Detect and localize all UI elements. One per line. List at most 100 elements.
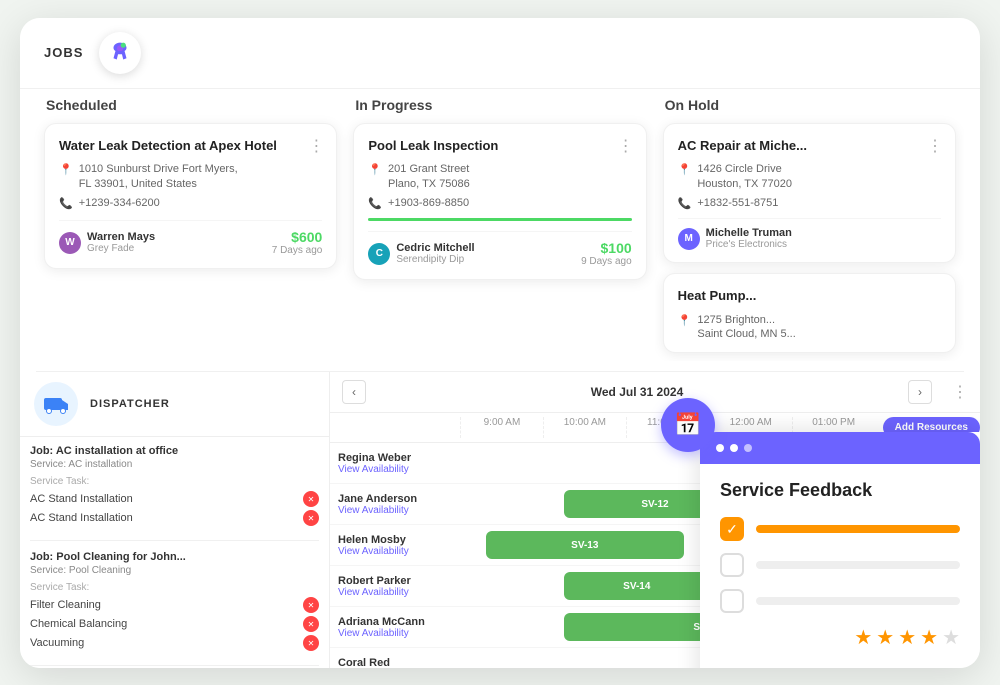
- assignee-info-ip: Cedric Mitchell Serendipity Dip: [396, 242, 474, 265]
- gantt-prev-btn[interactable]: ‹: [342, 380, 366, 404]
- address-text-oh2: 1275 Brighton... Saint Cloud, MN 5...: [697, 313, 795, 342]
- feedback-checkbox-1[interactable]: [720, 553, 744, 577]
- kanban-col-onhold: On Hold AC Repair at Miche... ⋮ 📍 1426 C…: [655, 89, 964, 362]
- phone-text: +1239-334-6200: [79, 196, 160, 210]
- header: JOBS: [20, 18, 980, 89]
- dispatch-job-service-0: Service: AC installation: [30, 459, 319, 470]
- price-area-ip: $100 9 Days ago: [581, 240, 632, 267]
- stars-row: ★ ★ ★ ★ ★: [720, 625, 960, 650]
- avatar-ip: C: [368, 243, 390, 265]
- star-3[interactable]: ★: [898, 625, 916, 650]
- assignee-info: Warren Mays Grey Fade: [87, 231, 155, 254]
- dispatcher-title: DISPATCHER: [90, 398, 170, 410]
- col-header-inprogress: In Progress: [353, 97, 646, 113]
- price-area: $600 7 Days ago: [272, 229, 323, 256]
- task-dot-3: ✕: [303, 616, 319, 632]
- feedback-row-2: [720, 589, 960, 613]
- job-card-phone-oh: 📞 +1832-551-8751: [678, 196, 941, 210]
- calendar-overlay: 📅: [661, 398, 715, 452]
- dispatch-job-0: Job: AC installation at office Service: …: [30, 445, 319, 526]
- location-icon: 📍: [59, 163, 73, 176]
- gantt-bar-sv13: SV-13: [486, 531, 684, 559]
- phone-icon: 📞: [59, 197, 73, 210]
- gantt-nav: ‹ Wed Jul 31 2024 › ⋮: [330, 372, 980, 413]
- assignee: W Warren Mays Grey Fade: [59, 231, 155, 254]
- feedback-title: Service Feedback: [720, 480, 960, 501]
- dispatch-task-row-2: Filter Cleaning ✕: [30, 597, 319, 613]
- job-card-footer-oh: M Michelle Truman Price's Electronics: [678, 218, 941, 250]
- dispatch-task-row-4: Vacuuming ✕: [30, 635, 319, 651]
- calendar-icon: 📅: [674, 412, 701, 438]
- job-card-scheduled-0: Water Leak Detection at Apex Hotel ⋮ 📍 1…: [44, 123, 337, 270]
- gantt-date: Wed Jul 31 2024: [366, 385, 908, 399]
- gantt-resource-col-header: [330, 417, 460, 438]
- more-options-btn[interactable]: ⋮: [308, 136, 324, 156]
- dispatch-task-row-3: Chemical Balancing ✕: [30, 616, 319, 632]
- job-card-phone: 📞 +1239-334-6200: [59, 196, 322, 210]
- dispatch-task-row-1: AC Stand Installation ✕: [30, 510, 319, 526]
- dispatcher-jobs-list: Job: AC installation at office Service: …: [20, 437, 329, 667]
- job-card-title: Water Leak Detection at Apex Hotel: [59, 138, 322, 155]
- gantt-resource-1: Jane Anderson View Availability: [330, 487, 460, 522]
- location-icon-ip: 📍: [368, 163, 382, 176]
- phone-icon-oh: 📞: [678, 197, 692, 210]
- feedback-line-2: [756, 597, 960, 605]
- job-card-onhold-1: Heat Pump... 📍 1275 Brighton... Saint Cl…: [663, 273, 956, 353]
- col-header-onhold: On Hold: [663, 97, 956, 113]
- feedback-checkbox-0[interactable]: ✓: [720, 517, 744, 541]
- feedback-row-0: ✓: [720, 517, 960, 541]
- app-logo-icon: [107, 40, 133, 66]
- more-options-btn-oh[interactable]: ⋮: [927, 136, 943, 156]
- star-4[interactable]: ★: [920, 625, 938, 650]
- assignee-oh: M Michelle Truman Price's Electronics: [678, 227, 792, 250]
- gantt-resource-5: Coral Red View Availability: [330, 651, 460, 668]
- star-2[interactable]: ★: [876, 625, 894, 650]
- feedback-content: Service Feedback ✓ ★ ★ ★ ★: [700, 464, 980, 666]
- feedback-panel-header: [700, 432, 980, 464]
- task-dot-4: ✕: [303, 635, 319, 651]
- gantt-resource-3: Robert Parker View Availability: [330, 569, 460, 604]
- dispatch-job-1: Job: Pool Cleaning for John... Service: …: [30, 551, 319, 651]
- phone-text-oh: +1832-551-8751: [697, 196, 778, 210]
- dispatcher-icon-wrap: [34, 382, 78, 426]
- gantt-more-btn[interactable]: ⋮: [952, 382, 968, 402]
- dispatch-job-title-0: Job: AC installation at office: [30, 445, 319, 457]
- assignee-ip: C Cedric Mitchell Serendipity Dip: [368, 242, 474, 265]
- dispatch-job-service-1: Service: Pool Cleaning: [30, 565, 319, 576]
- gantt-resource-4: Adriana McCann View Availability: [330, 610, 460, 645]
- star-1[interactable]: ★: [854, 625, 872, 650]
- job-card-title-ip: Pool Leak Inspection: [368, 138, 631, 155]
- star-5[interactable]: ★: [942, 625, 960, 650]
- gantt-next-btn[interactable]: ›: [908, 380, 932, 404]
- dispatch-task-label-1: Service Task:: [30, 582, 319, 593]
- col-header-scheduled: Scheduled: [44, 97, 337, 113]
- task-dot-2: ✕: [303, 597, 319, 613]
- location-icon-oh: 📍: [678, 163, 692, 176]
- dispatch-divider-1: [30, 665, 319, 666]
- logo-circle: [99, 32, 141, 74]
- dispatch-divider-0: [30, 540, 319, 541]
- feedback-checkbox-2[interactable]: [720, 589, 744, 613]
- task-dot-0: ✕: [303, 491, 319, 507]
- job-card-footer: W Warren Mays Grey Fade $600 7 Days ago: [59, 220, 322, 256]
- dispatch-task-label-0: Service Task:: [30, 476, 319, 487]
- job-card-address: 📍 1010 Sunburst Drive Fort Myers, FL 339…: [59, 162, 322, 191]
- jobs-title: JOBS: [44, 45, 83, 60]
- job-card-title-oh2: Heat Pump...: [678, 288, 941, 305]
- dispatch-task-row-0: AC Stand Installation ✕: [30, 491, 319, 507]
- gantt-bar-sv14: SV-14: [564, 572, 710, 600]
- feedback-row-1: [720, 553, 960, 577]
- truck-icon: [42, 390, 70, 418]
- job-card-onhold-0: AC Repair at Miche... ⋮ 📍 1426 Circle Dr…: [663, 123, 956, 264]
- more-options-btn-ip[interactable]: ⋮: [618, 136, 634, 156]
- phone-text-ip: +1903-869-8850: [388, 196, 469, 210]
- dot-1: [716, 444, 724, 452]
- kanban-area: Scheduled Water Leak Detection at Apex H…: [20, 89, 980, 372]
- dot-3: [744, 444, 752, 452]
- address-text-ip: 201 Grant Street Plano, TX 75086: [388, 162, 470, 191]
- avatar: W: [59, 232, 81, 254]
- feedback-panel: Service Feedback ✓ ★ ★ ★ ★: [700, 432, 980, 667]
- bottom-section: DISPATCHER Job: AC installation at offic…: [20, 372, 980, 667]
- job-card-address-ip: 📍 201 Grant Street Plano, TX 75086: [368, 162, 631, 191]
- dispatcher-panel: DISPATCHER Job: AC installation at offic…: [20, 372, 330, 667]
